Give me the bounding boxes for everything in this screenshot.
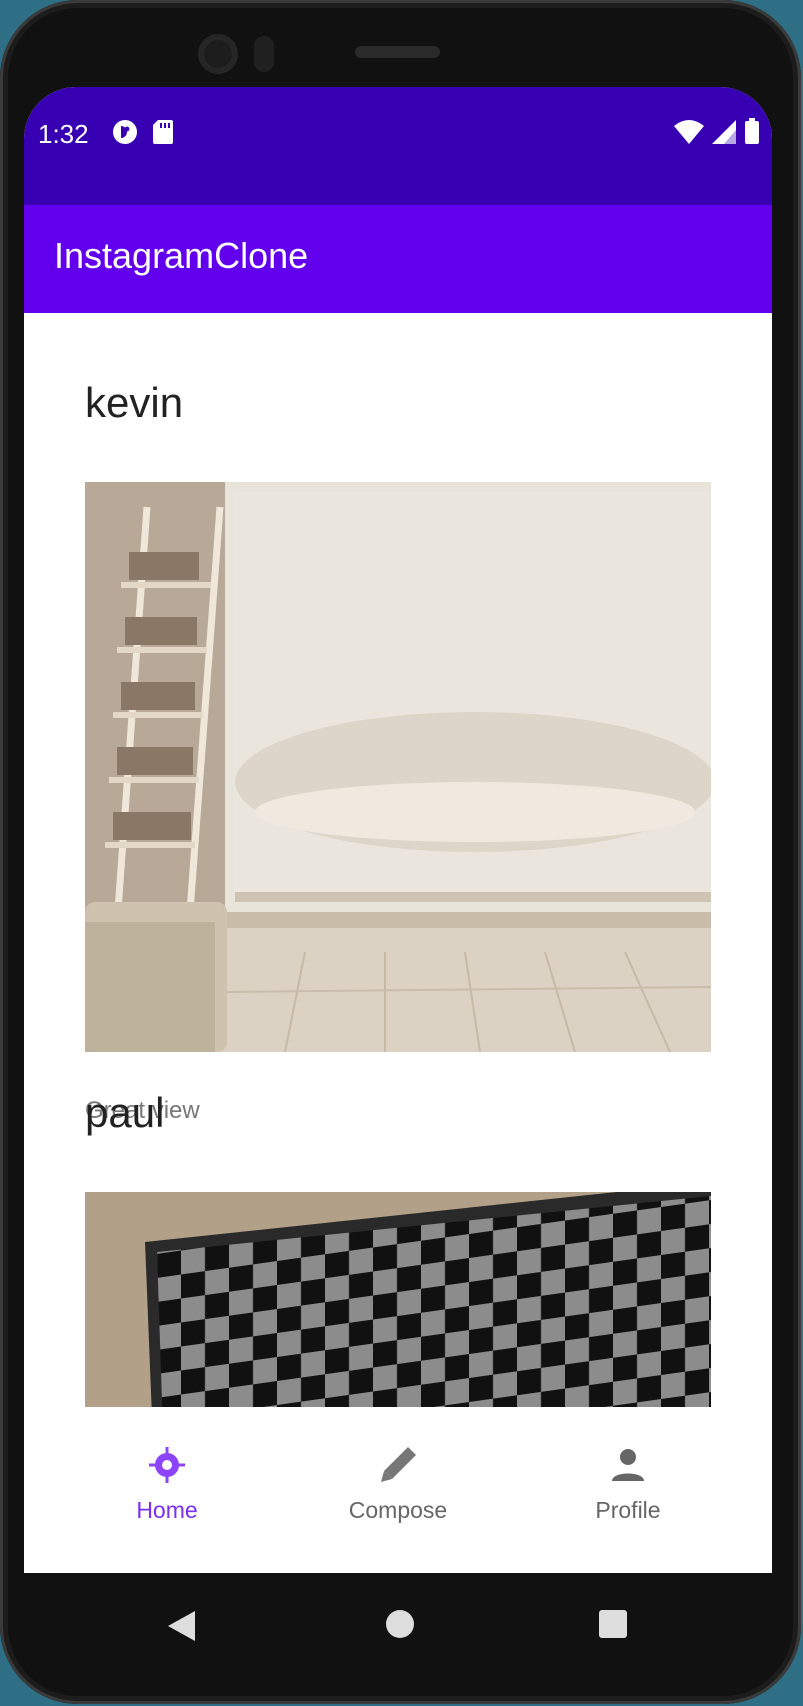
sd-card-icon <box>152 119 174 150</box>
nav-label-compose: Compose <box>348 1497 448 1523</box>
device-screen: 1:32 InstagramClone kevin Great view pau… <box>24 87 772 1573</box>
circle-icon <box>112 119 138 150</box>
app-title: InstagramClone <box>54 235 309 276</box>
post-feed[interactable]: kevin Great view paul <box>24 313 772 1493</box>
nav-item-home[interactable]: Home <box>47 1407 287 1573</box>
wifi-icon <box>674 120 704 149</box>
phone-frame: 1:32 InstagramClone kevin Great view pau… <box>0 0 801 1704</box>
home-crosshair-icon <box>147 1445 187 1485</box>
person-icon <box>608 1445 648 1485</box>
status-time: 1:32 <box>38 119 89 149</box>
pencil-icon <box>378 1445 418 1485</box>
system-navigation-bar <box>0 1573 801 1704</box>
app-bar: InstagramClone <box>24 205 772 313</box>
nav-item-profile[interactable]: Profile <box>508 1407 748 1573</box>
bottom-navigation: Home Compose Profile <box>24 1407 772 1573</box>
front-camera <box>198 34 238 74</box>
post-image[interactable] <box>85 482 711 1052</box>
recents-icon[interactable] <box>598 1609 628 1644</box>
post-username[interactable]: paul <box>85 1089 164 1137</box>
battery-icon <box>744 118 760 149</box>
nav-label-home: Home <box>136 1497 198 1523</box>
earpiece-speaker <box>355 46 440 58</box>
home-button-icon[interactable] <box>385 1609 415 1644</box>
proximity-sensor <box>254 36 274 72</box>
nav-item-compose[interactable]: Compose <box>278 1407 518 1573</box>
status-bar: 1:32 <box>24 87 772 205</box>
nav-label-profile: Profile <box>595 1497 661 1523</box>
post-username[interactable]: kevin <box>85 379 183 427</box>
signal-icon <box>712 120 736 149</box>
back-icon[interactable] <box>165 1609 197 1648</box>
